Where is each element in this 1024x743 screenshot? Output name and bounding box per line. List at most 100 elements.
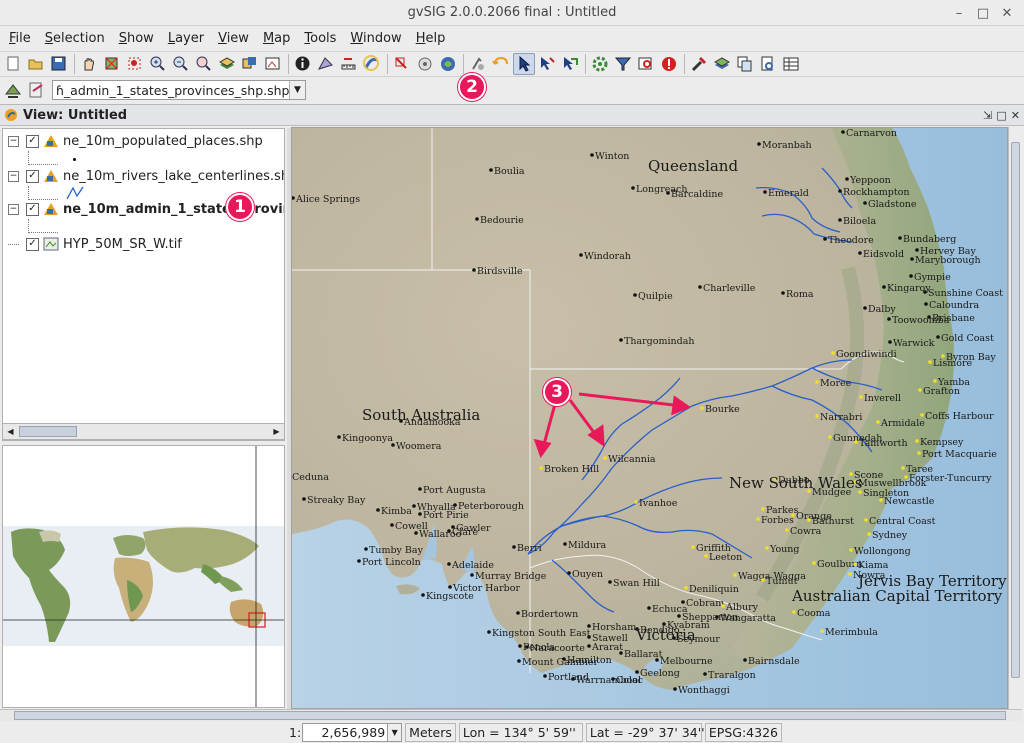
place-label: Yeppoon bbox=[849, 175, 891, 186]
active-layer-select[interactable]: ɦ_admin_1_states_provinces_shp.shp ▼ bbox=[52, 80, 306, 100]
layer-visibility-checkbox[interactable]: ✓ bbox=[26, 237, 39, 251]
hyperlink-icon[interactable] bbox=[361, 53, 383, 75]
info-icon[interactable] bbox=[292, 53, 314, 75]
collapse-toggle-icon[interactable]: − bbox=[8, 203, 19, 215]
zoom-previous-icon[interactable] bbox=[193, 53, 215, 75]
copy-icon[interactable] bbox=[734, 53, 756, 75]
close-button[interactable]: ✕ bbox=[996, 3, 1018, 23]
menu-file[interactable]: File bbox=[4, 31, 36, 46]
place-dot-icon bbox=[828, 435, 832, 439]
error-icon[interactable] bbox=[658, 53, 680, 75]
select-by-rectangle-icon[interactable] bbox=[414, 53, 436, 75]
scroll-thumb[interactable] bbox=[14, 711, 1006, 720]
scale-input[interactable]: 2,656,989 bbox=[302, 722, 389, 742]
place-dot-icon bbox=[512, 545, 516, 549]
locate-icon[interactable] bbox=[467, 53, 489, 75]
open-project-icon[interactable] bbox=[25, 53, 47, 75]
menu-window[interactable]: Window bbox=[345, 31, 406, 46]
menu-mnemonic: S bbox=[44, 30, 54, 46]
place-dot-icon bbox=[898, 236, 902, 240]
place-label: Swan Hill bbox=[613, 578, 660, 589]
place-label: Colac bbox=[616, 675, 643, 686]
select-by-line-icon[interactable] bbox=[536, 53, 558, 75]
zoom-doc-icon[interactable] bbox=[757, 53, 779, 75]
select-by-polygon-icon[interactable] bbox=[437, 53, 459, 75]
rotate-icon[interactable] bbox=[490, 53, 512, 75]
layer-visibility-checkbox[interactable]: ✓ bbox=[26, 202, 39, 216]
place-label: Sydney bbox=[872, 530, 908, 541]
place-label: Peterborough bbox=[458, 501, 524, 512]
place-dot-icon bbox=[418, 512, 422, 516]
layer-name: HYP_50M_SR_W.tif bbox=[63, 236, 182, 252]
scroll-right-icon[interactable]: ▶ bbox=[269, 427, 284, 436]
collapse-toggle-icon[interactable]: − bbox=[8, 170, 19, 182]
close-view-button[interactable]: ✕ bbox=[1011, 109, 1020, 122]
zoom-select-icon[interactable] bbox=[124, 53, 146, 75]
preferences-icon[interactable] bbox=[688, 53, 710, 75]
map-place: Winton bbox=[590, 151, 629, 162]
place-dot-icon bbox=[757, 142, 761, 146]
menu-show[interactable]: Show bbox=[114, 31, 159, 46]
toc-horizontal-scrollbar[interactable]: ◀ ▶ bbox=[2, 423, 285, 440]
toc-layer-row[interactable]: − ✓ ne_10m_populated_places.shp bbox=[3, 131, 263, 151]
measure-distance-icon[interactable] bbox=[338, 53, 360, 75]
measure-area-icon[interactable] bbox=[315, 53, 337, 75]
new-document-icon[interactable] bbox=[2, 53, 24, 75]
menu-layer[interactable]: Layer bbox=[163, 31, 209, 46]
edit-document-icon[interactable] bbox=[25, 79, 47, 101]
collapse-toggle-icon[interactable]: − bbox=[8, 135, 19, 147]
minimize-button[interactable]: – bbox=[948, 3, 970, 23]
zoom-in-icon[interactable] bbox=[147, 53, 169, 75]
select-polyline-icon[interactable] bbox=[559, 53, 581, 75]
layer-visibility-checkbox[interactable]: ✓ bbox=[26, 134, 39, 148]
add-layer-icon[interactable] bbox=[711, 53, 733, 75]
frame-icon[interactable] bbox=[262, 53, 284, 75]
place-dot-icon bbox=[539, 466, 543, 470]
restore-view-button[interactable]: ⇲ bbox=[983, 109, 992, 122]
map-vertical-scrollbar[interactable] bbox=[1008, 127, 1022, 709]
map-place: Barcaldine bbox=[666, 189, 723, 200]
toolbar-separator bbox=[684, 54, 685, 74]
map-place: Emerald bbox=[763, 188, 809, 199]
filter-icon[interactable] bbox=[612, 53, 634, 75]
map-horizontal-scrollbar[interactable] bbox=[0, 709, 1022, 721]
table-icon[interactable] bbox=[780, 53, 802, 75]
place-dot-icon bbox=[563, 542, 567, 546]
toc-layer-row[interactable]: ✓ HYP_50M_SR_W.tif bbox=[3, 234, 182, 254]
select-by-point-icon[interactable] bbox=[391, 53, 413, 75]
menu-help[interactable]: Help bbox=[411, 31, 451, 46]
menu-tools[interactable]: Tools bbox=[299, 31, 341, 46]
chevron-down-icon[interactable]: ▼ bbox=[289, 81, 305, 99]
menu-view[interactable]: View bbox=[213, 31, 254, 46]
layer-visibility-checkbox[interactable]: ✓ bbox=[26, 169, 39, 183]
query-icon[interactable] bbox=[635, 53, 657, 75]
pan-icon[interactable] bbox=[78, 53, 100, 75]
menu-selection[interactable]: Selection bbox=[40, 31, 110, 46]
place-dot-icon bbox=[928, 360, 932, 364]
pointer-select-icon[interactable] bbox=[513, 53, 535, 75]
map-canvas[interactable]: Moranbah Winton Yeppoon Rockhampton Boulia Lo… bbox=[291, 127, 1008, 709]
menu-map[interactable]: Map bbox=[258, 31, 295, 46]
scroll-left-icon[interactable]: ◀ bbox=[3, 427, 18, 436]
place-label: Winton bbox=[595, 151, 629, 162]
chevron-down-icon[interactable]: ▼ bbox=[388, 722, 403, 742]
map-place: Charleville bbox=[698, 283, 756, 294]
gear-icon[interactable] bbox=[589, 53, 611, 75]
place-dot-icon bbox=[901, 466, 905, 470]
edit-layer-icon[interactable] bbox=[2, 79, 24, 101]
maximize-button[interactable]: □ bbox=[972, 3, 994, 23]
projection-label[interactable]: EPSG:4326 bbox=[704, 722, 782, 742]
zoom-full-icon[interactable] bbox=[101, 53, 123, 75]
toc-layer-row[interactable]: − ✓ ne_10m_rivers_lake_centerlines.shp bbox=[3, 166, 284, 186]
locator-map[interactable] bbox=[2, 445, 285, 708]
place-dot-icon bbox=[472, 268, 476, 272]
scroll-thumb[interactable] bbox=[19, 426, 77, 437]
save-project-icon[interactable] bbox=[48, 53, 70, 75]
scroll-thumb[interactable] bbox=[1011, 142, 1020, 678]
place-dot-icon bbox=[364, 547, 368, 551]
maximize-view-button[interactable]: □ bbox=[996, 109, 1006, 122]
units-label[interactable]: Meters bbox=[405, 722, 456, 742]
zoom-layer-icon[interactable] bbox=[239, 53, 261, 75]
zoom-out-icon[interactable] bbox=[170, 53, 192, 75]
layers-icon[interactable] bbox=[216, 53, 238, 75]
